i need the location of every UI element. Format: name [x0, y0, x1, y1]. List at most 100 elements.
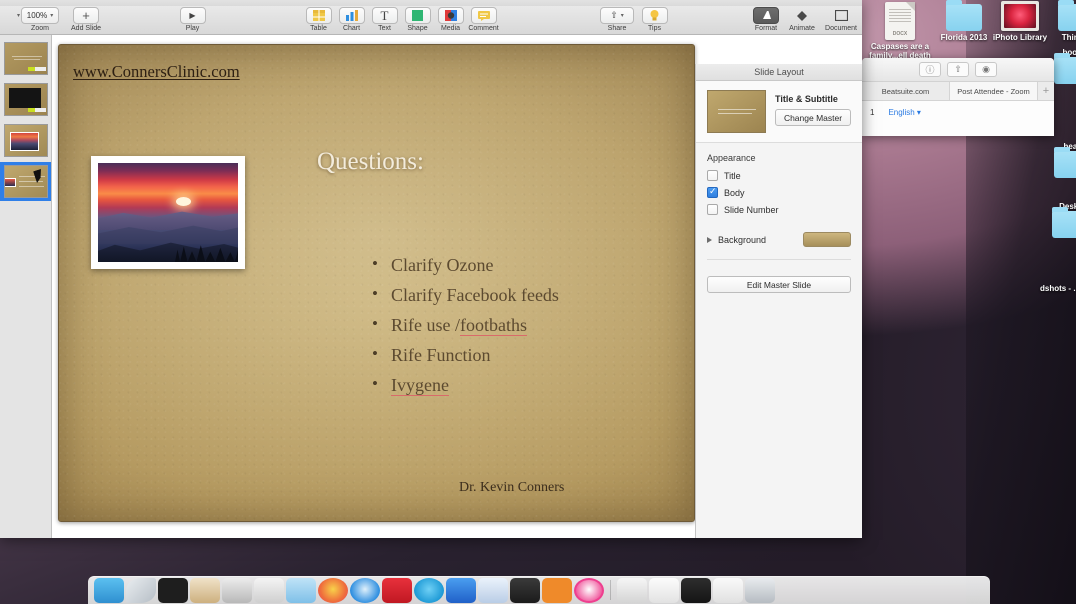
bullet-item: Rife Function: [369, 339, 559, 370]
share-icon[interactable]: ⇧: [947, 62, 969, 77]
desktop-icon-docx[interactable]: DOCX Caspases are a family...ell death: [868, 2, 932, 60]
animate-button[interactable]: Animate: [784, 7, 820, 32]
inspector-header: Slide Layout: [696, 64, 862, 81]
dock-item-keynote[interactable]: [382, 578, 412, 603]
dock-item-app-7[interactable]: [286, 578, 316, 603]
dock-item-app-15[interactable]: [542, 578, 572, 603]
desktop-icon-label: iPhoto Library: [992, 33, 1048, 42]
insert-comment-button[interactable]: Comment: [467, 7, 500, 32]
insert-text-button[interactable]: T Text: [368, 7, 401, 32]
master-section: Title & Subtitle Change Master: [696, 81, 862, 143]
play-button[interactable]: ▶ Play: [176, 7, 209, 32]
bullet-item: Ivygene: [369, 369, 559, 400]
new-tab-button[interactable]: +: [1038, 82, 1054, 100]
zoom-control[interactable]: 100% ▾ Zoom: [18, 7, 62, 32]
format-icon: [753, 7, 779, 24]
keynote-body: www.ConnersClinic.com Questions: Clarify: [0, 35, 862, 538]
page-number: 1: [870, 108, 875, 117]
appearance-label: Appearance: [707, 153, 756, 163]
browser-window[interactable]: ⓘ ⇧ ◉ Beatsuite.com Post Attendee - Zoom…: [862, 58, 1054, 136]
browser-content: 1 English ▾: [862, 101, 1054, 124]
format-label: Format: [754, 25, 778, 32]
folder-icon: [1044, 0, 1076, 31]
desktop-icon-florida[interactable]: Florida 2013: [932, 0, 996, 42]
slide-bullet-list[interactable]: Clarify Ozone Clarify Facebook feeds Rif…: [369, 249, 559, 400]
dock-item-messenger[interactable]: [446, 578, 476, 603]
slide-url-text: www.ConnersClinic.com: [73, 62, 240, 81]
dock-item-finder[interactable]: [94, 578, 124, 603]
zoom-value: 100%: [26, 11, 48, 20]
slide-thumbnail-3[interactable]: [0, 121, 51, 160]
comment-icon: [470, 7, 497, 24]
change-master-button[interactable]: Change Master: [775, 109, 851, 126]
slide-thumbnail-2[interactable]: [0, 80, 51, 119]
desktop-icon-iphoto[interactable]: iPhoto Library: [988, 1, 1052, 42]
checkbox-row-title[interactable]: Title: [707, 170, 851, 181]
dock-item-skype[interactable]: [414, 578, 444, 603]
browser-tab-beatsuite[interactable]: Beatsuite.com: [862, 82, 950, 100]
dock[interactable]: [88, 576, 990, 604]
master-thumbnail[interactable]: [707, 90, 766, 133]
tips-button[interactable]: Tips: [638, 7, 671, 32]
table-icon: [305, 7, 332, 24]
checkbox-row-body[interactable]: Body: [707, 186, 851, 198]
misspelled-word: Ivygene: [391, 375, 449, 396]
slide-image[interactable]: [91, 156, 245, 269]
desktop-icon-hear[interactable]: hear: [1040, 140, 1076, 178]
slide-thumbnail-1[interactable]: [0, 39, 51, 78]
dock-item-trash[interactable]: [745, 578, 775, 603]
language-link[interactable]: English ▾: [888, 108, 921, 117]
camera-icon[interactable]: ◉: [975, 62, 997, 77]
title-checkbox[interactable]: [707, 170, 718, 181]
insert-table-button[interactable]: Table: [302, 7, 335, 32]
background-row[interactable]: Background: [707, 232, 851, 260]
media-icon: [437, 7, 464, 24]
chevron-right-icon[interactable]: [707, 236, 712, 243]
browser-tab-bar[interactable]: Beatsuite.com Post Attendee - Zoom +: [862, 82, 1054, 101]
body-checkbox[interactable]: [707, 186, 718, 198]
bullet-item: Rife use /footbaths: [369, 309, 559, 340]
keynote-window: ▾ 100% ▾ Zoom + Add Slide ▶ Play Table C…: [0, 0, 862, 538]
slide-number-checkbox[interactable]: [707, 204, 718, 215]
slide-footer-text: Dr. Kevin Conners: [459, 480, 565, 495]
dock-item-safari[interactable]: [350, 578, 380, 603]
format-button[interactable]: Format: [748, 7, 784, 32]
dock-item-app-17[interactable]: [617, 578, 647, 603]
dock-item-app-14[interactable]: [510, 578, 540, 603]
play-label: Play: [185, 25, 200, 32]
slide-navigator[interactable]: [0, 35, 52, 538]
add-slide-button[interactable]: + Add Slide: [62, 7, 110, 32]
desktop-icon-screenshots[interactable]: dshots - ...rs Cli: [1038, 282, 1076, 293]
insert-chart-button[interactable]: Chart: [335, 7, 368, 32]
edit-master-slide-button[interactable]: Edit Master Slide: [707, 276, 851, 293]
folder-icon: [1038, 207, 1076, 238]
info-icon[interactable]: ⓘ: [919, 62, 941, 77]
dock-item-app-3[interactable]: [158, 578, 188, 603]
checkbox-row-slide-number[interactable]: Slide Number: [707, 204, 851, 215]
docx-file-icon: DOCX: [868, 2, 932, 40]
desktop-icon-desktop[interactable]: Deskt: [1038, 200, 1076, 238]
slide-content[interactable]: www.ConnersClinic.com Questions: Clarify: [58, 44, 695, 522]
sun-glyph: [176, 196, 192, 206]
dock-item-app-6[interactable]: [254, 578, 284, 603]
share-button[interactable]: ⇧ ▾ Share: [596, 7, 638, 32]
slide-title-text: Questions:: [317, 148, 424, 175]
dock-item-app-18[interactable]: [649, 578, 679, 603]
background-color-swatch[interactable]: [803, 232, 851, 247]
insert-shape-button[interactable]: Shape: [401, 7, 434, 32]
dock-item-app-5[interactable]: [222, 578, 252, 603]
document-button[interactable]: Document: [820, 7, 862, 32]
browser-tab-zoom[interactable]: Post Attendee - Zoom: [950, 82, 1038, 100]
slide-thumbnail-4[interactable]: [0, 162, 51, 201]
dock-item-app-2[interactable]: [126, 578, 156, 603]
dock-item-app-19[interactable]: [681, 578, 711, 603]
dock-item-app-20[interactable]: [713, 578, 743, 603]
dock-item-app-4[interactable]: [190, 578, 220, 603]
dock-item-word[interactable]: [478, 578, 508, 603]
bullet-item: Clarify Ozone: [369, 249, 559, 280]
insert-media-button[interactable]: Media: [434, 7, 467, 32]
dock-item-itunes[interactable]: [574, 578, 604, 603]
desktop-icon-think[interactable]: Think it: [1044, 0, 1076, 42]
screen: DOCX Caspases are a family...ell death F…: [0, 0, 1076, 604]
dock-item-photos[interactable]: [318, 578, 348, 603]
